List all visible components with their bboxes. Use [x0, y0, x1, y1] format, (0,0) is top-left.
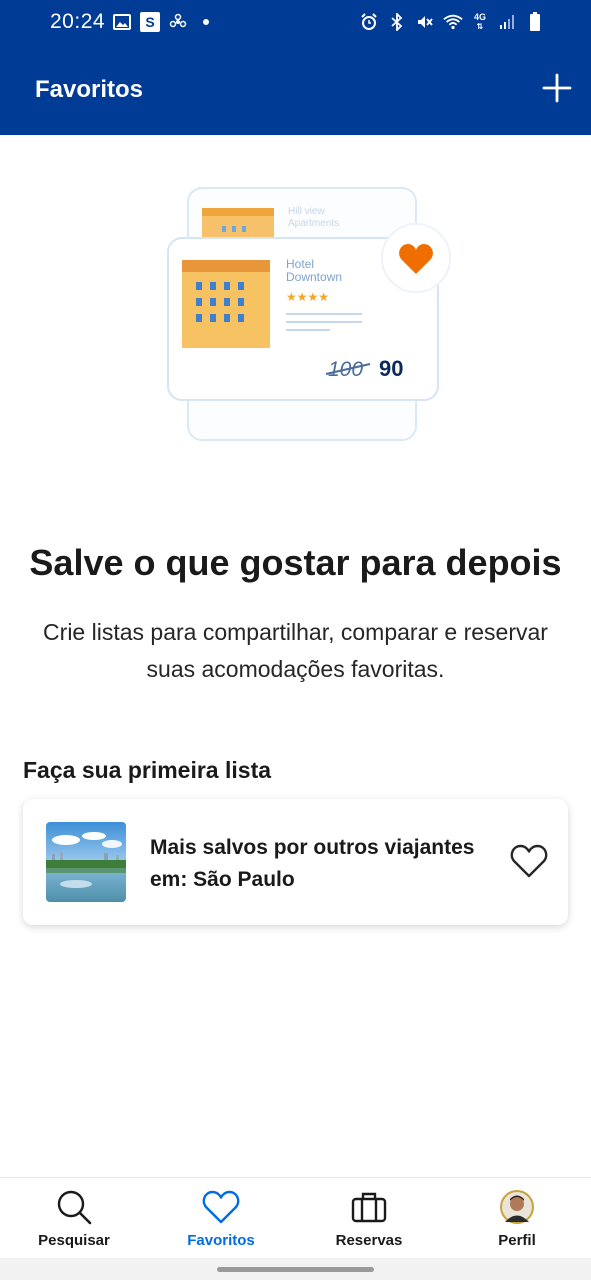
sao-paulo-thumbnail — [46, 822, 126, 902]
back-card-title-1: Hill view — [288, 206, 325, 217]
nav-label-bookings: Reservas — [335, 1232, 403, 1249]
favorites-illustration: Hill view Apartments Hotel Downtown ★★★★… — [160, 180, 456, 450]
plus-icon — [542, 73, 572, 103]
network-type: 4G ⇅ — [473, 12, 486, 32]
alarm-icon — [359, 12, 379, 32]
search-icon — [55, 1188, 93, 1226]
hotel-stars: ★★★★ — [286, 290, 329, 304]
empty-state-subtitle: Crie listas para compartilhar, comparar … — [43, 619, 548, 682]
add-list-button[interactable] — [541, 72, 573, 104]
back-card-title-2: Apartments — [288, 218, 339, 229]
avatar-icon — [498, 1188, 536, 1226]
status-system-icons: 4G ⇅ — [359, 12, 545, 32]
fan-icon — [168, 12, 188, 32]
bottom-navigation: Pesquisar Favoritos Reservas Perfil — [0, 1177, 591, 1258]
suitcase-icon — [350, 1188, 388, 1226]
heart-outline-icon — [510, 844, 548, 878]
empty-state-title: Salve o que gostar para depois — [29, 542, 562, 583]
status-bar: 20:24 S 4G ⇅ — [0, 0, 591, 46]
hotel-name-1: Hotel — [286, 257, 314, 271]
section-title: Faça sua primeira lista — [23, 757, 272, 783]
svg-text:S: S — [145, 14, 154, 30]
nav-item-profile[interactable]: Perfil — [443, 1178, 591, 1259]
nav-label-profile: Perfil — [498, 1232, 536, 1249]
suggested-list-text: Mais salvos por outros viajantes em: São… — [150, 832, 480, 896]
save-heart-button[interactable] — [510, 843, 548, 879]
new-price: 90 — [379, 356, 403, 381]
nav-item-favorites[interactable]: Favoritos — [147, 1178, 295, 1259]
dot-icon — [196, 12, 216, 32]
app-bar: Favoritos — [0, 46, 591, 135]
s-app-icon: S — [140, 12, 160, 32]
status-notification-icons: S — [112, 12, 216, 32]
network-type-label: 4G — [473, 12, 486, 22]
page-title: Favoritos — [35, 76, 144, 103]
suggested-list-card[interactable]: Mais salvos por outros viajantes em: São… — [23, 799, 568, 925]
system-gesture-area — [0, 1258, 591, 1280]
hotel-building — [182, 268, 270, 348]
home-gesture-bar[interactable] — [217, 1267, 374, 1272]
mute-icon — [415, 12, 435, 32]
image-icon — [112, 12, 132, 32]
hotel-name-2: Downtown — [286, 270, 342, 284]
nav-item-search[interactable]: Pesquisar — [0, 1178, 148, 1259]
nav-item-bookings[interactable]: Reservas — [295, 1178, 443, 1259]
nav-label-search: Pesquisar — [38, 1232, 110, 1249]
suggested-list-line2: em: São Paulo — [150, 868, 295, 891]
signal-icon — [497, 12, 517, 32]
heart-icon — [202, 1188, 240, 1226]
wifi-icon — [443, 12, 463, 32]
status-time: 20:24 — [50, 10, 106, 33]
suggested-list-line1: Mais salvos por outros viajantes — [150, 836, 475, 859]
nav-label-favorites: Favoritos — [187, 1232, 255, 1249]
bluetooth-icon — [387, 12, 407, 32]
battery-icon — [525, 12, 545, 32]
